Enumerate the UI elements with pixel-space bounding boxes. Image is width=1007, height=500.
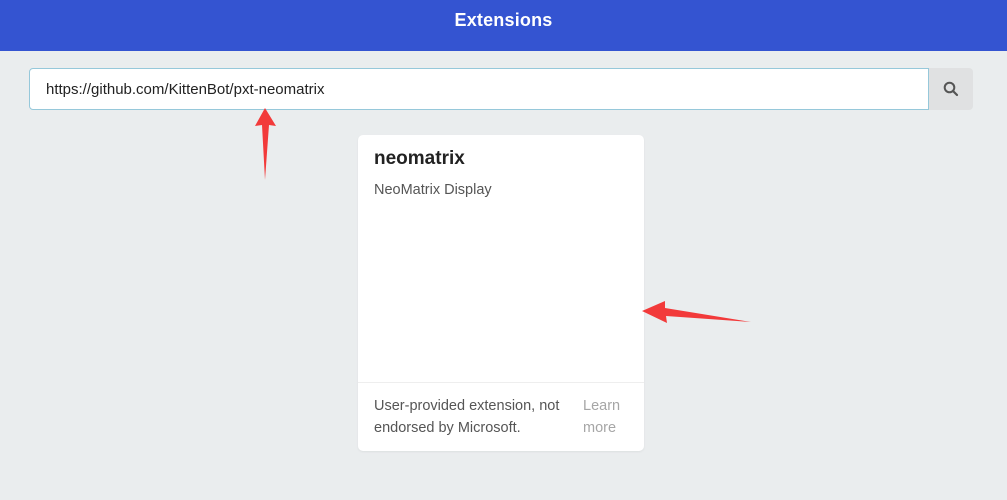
- learn-more-link[interactable]: Learn more: [583, 395, 635, 439]
- header-bar: Extensions: [0, 0, 1007, 51]
- annotation-arrow-left: [642, 301, 751, 323]
- extension-description: NeoMatrix Display: [374, 182, 492, 198]
- card-divider: [358, 382, 644, 383]
- page-title: Extensions: [454, 9, 553, 30]
- extension-card[interactable]: neomatrix NeoMatrix Display User-provide…: [358, 135, 644, 451]
- search-button[interactable]: [929, 68, 973, 110]
- search-input[interactable]: [29, 68, 929, 110]
- annotation-arrow-up: [255, 108, 276, 180]
- search-icon: [943, 81, 959, 97]
- extension-disclaimer: User-provided extension, not endorsed by…: [374, 398, 560, 436]
- extension-title: neomatrix: [374, 148, 465, 169]
